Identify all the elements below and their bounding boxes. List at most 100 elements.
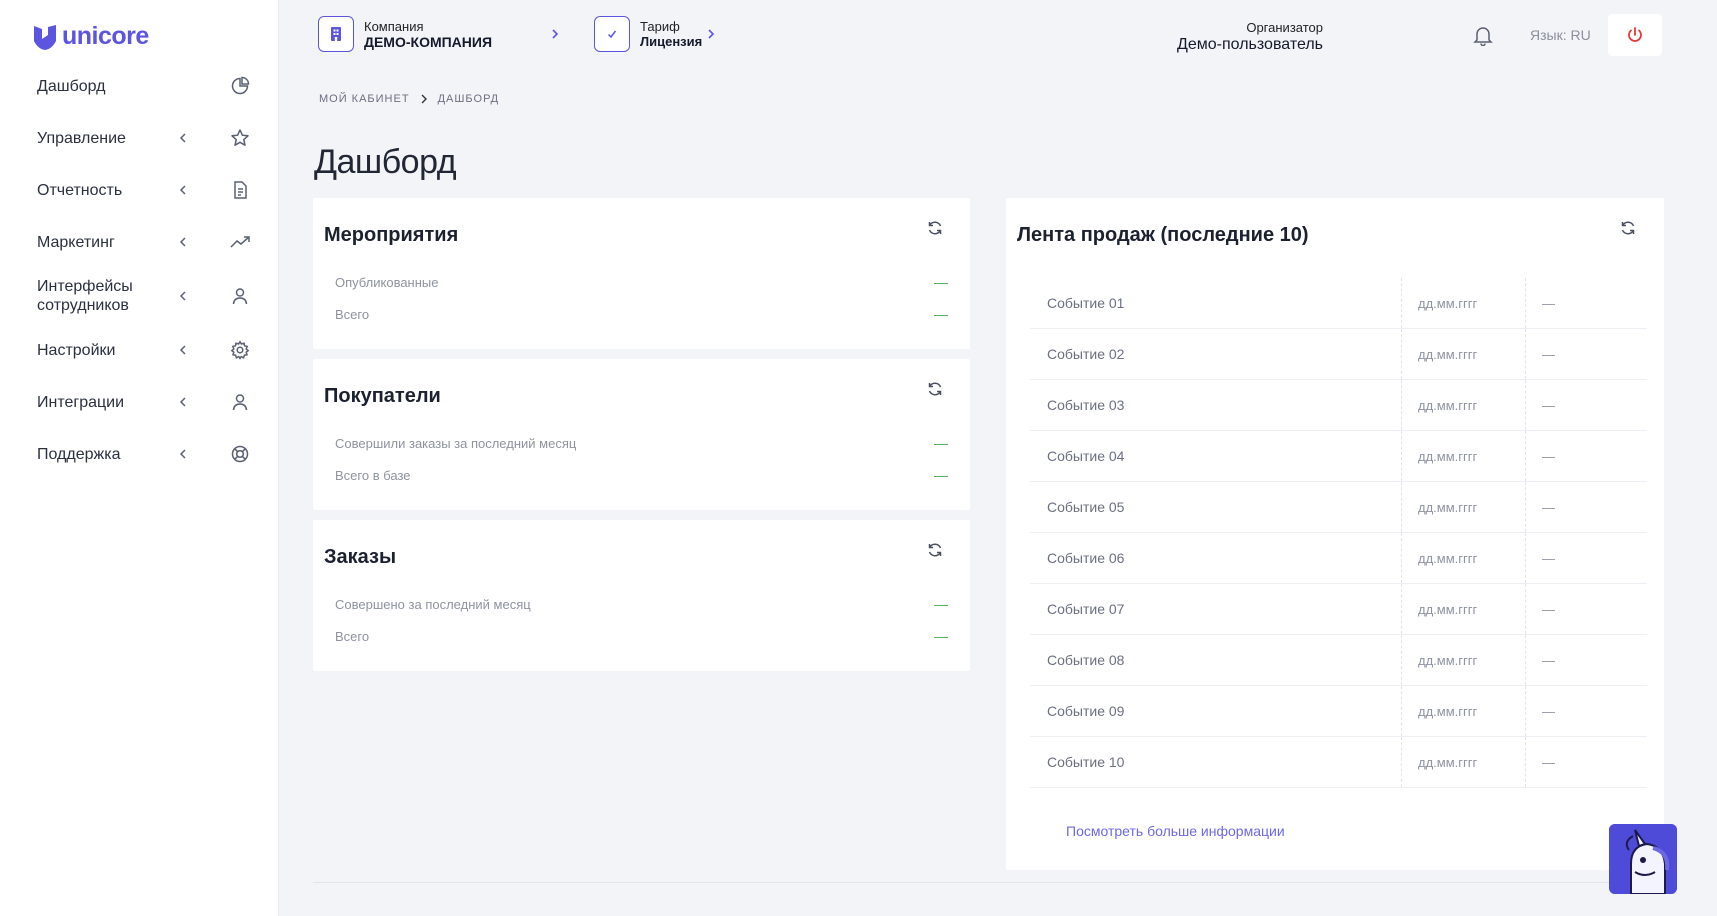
sidebar-item-management[interactable]: Управление [0, 112, 279, 164]
breadcrumb: МОЙ КАБИНЕТ ДАШБОРД [319, 93, 499, 105]
sidebar-item-label: Отчетность [37, 181, 123, 199]
event-date: дд.мм.гггг [1418, 653, 1478, 668]
table-row[interactable]: Событие 10 дд.мм.гггг — [1030, 737, 1647, 788]
stat-label: Всего в базе [335, 467, 411, 483]
orders-card: Заказы Совершено за последний месяц — Вс… [313, 520, 970, 671]
column-divider [1525, 737, 1526, 787]
sidebar-item-label: Маркетинг [37, 233, 115, 251]
column-divider [1525, 584, 1526, 634]
company-label: Компания [364, 18, 424, 34]
document-icon [234, 181, 247, 199]
event-name: Событие 04 [1047, 448, 1125, 464]
sidebar-item-integrations[interactable]: Интеграции [0, 376, 279, 428]
table-row[interactable]: Событие 03 дд.мм.гггг — [1030, 380, 1647, 431]
chevron-left-icon [179, 237, 186, 247]
sales-feed-card: Лента продаж (последние 10) Событие 01 дд… [1006, 198, 1664, 870]
column-divider [1401, 482, 1402, 532]
sidebar-item-dashboard[interactable]: Дашборд [0, 60, 279, 112]
event-date: дд.мм.гггг [1418, 704, 1478, 719]
stat-value: — [934, 596, 948, 612]
event-value: — [1542, 500, 1555, 515]
event-value: — [1542, 449, 1555, 464]
column-divider [1525, 278, 1526, 328]
event-name: Событие 07 [1047, 601, 1125, 617]
bell-icon[interactable] [1472, 24, 1494, 46]
event-value: — [1542, 755, 1555, 770]
event-date: дд.мм.гггг [1418, 296, 1478, 311]
stat-row: Совершено за последний месяц — [335, 594, 948, 614]
event-name: Событие 01 [1047, 295, 1125, 311]
event-date: дд.мм.гггг [1418, 398, 1478, 413]
chevron-left-icon [179, 185, 186, 195]
table-row[interactable]: Событие 05 дд.мм.гггг — [1030, 482, 1647, 533]
assistant-widget-button[interactable] [1609, 824, 1677, 894]
chevron-right-icon [421, 94, 427, 104]
sidebar-item-label: Настройки [37, 341, 116, 359]
column-divider [1401, 533, 1402, 583]
column-divider [1525, 380, 1526, 430]
company-selector[interactable]: Компания ДЕМО-КОМПАНИЯ [318, 16, 492, 52]
event-value: — [1542, 704, 1555, 719]
sidebar-item-marketing[interactable]: Маркетинг [0, 216, 279, 268]
card-title: Заказы [324, 546, 397, 568]
table-row[interactable]: Событие 06 дд.мм.гггг — [1030, 533, 1647, 584]
sidebar-item-label: Интерфейсы сотрудников [37, 278, 133, 314]
logout-button[interactable] [1608, 14, 1662, 56]
stat-row: Всего в базе — [335, 465, 948, 485]
user-icon [232, 288, 248, 305]
refresh-icon[interactable] [927, 542, 943, 558]
sidebar-item-settings[interactable]: Настройки [0, 324, 279, 376]
sidebar-nav: Дашборд Управление Отчетность Маркетинг … [0, 60, 279, 480]
sidebar-item-reports[interactable]: Отчетность [0, 164, 279, 216]
event-value: — [1542, 296, 1555, 311]
pie-chart-icon [231, 76, 250, 95]
stat-value: — [934, 306, 948, 322]
column-divider [1525, 482, 1526, 532]
stat-label: Всего [335, 628, 370, 644]
stat-label: Опубликованные [335, 274, 439, 290]
event-value: — [1542, 602, 1555, 617]
refresh-icon[interactable] [1620, 220, 1636, 236]
refresh-icon[interactable] [927, 381, 943, 397]
stat-row: Всего — [335, 626, 948, 646]
column-divider [1525, 635, 1526, 685]
card-title: Мероприятия [324, 224, 459, 246]
column-divider [1401, 635, 1402, 685]
table-row[interactable]: Событие 01 дд.мм.гггг — [1030, 278, 1647, 329]
sidebar-item-staff-interfaces[interactable]: Интерфейсы сотрудников [0, 268, 279, 324]
footer-divider [313, 882, 1663, 883]
event-date: дд.мм.гггг [1418, 347, 1478, 362]
event-name: Событие 09 [1047, 703, 1125, 719]
column-divider [1401, 584, 1402, 634]
column-divider [1401, 431, 1402, 481]
table-row[interactable]: Событие 04 дд.мм.гггг — [1030, 431, 1647, 482]
table-row[interactable]: Событие 07 дд.мм.гггг — [1030, 584, 1647, 635]
language-selector[interactable]: Язык: RU [1530, 27, 1591, 43]
table-row[interactable]: Событие 08 дд.мм.гггг — [1030, 635, 1647, 686]
logo[interactable]: unicore [32, 22, 149, 51]
stat-value: — [934, 274, 948, 290]
chevron-left-icon [179, 133, 186, 143]
sidebar-item-support[interactable]: Поддержка [0, 428, 279, 480]
event-name: Событие 06 [1047, 550, 1125, 566]
sidebar-item-label: Дашборд [37, 77, 106, 95]
table-row[interactable]: Событие 09 дд.мм.гггг — [1030, 686, 1647, 737]
refresh-icon[interactable] [927, 220, 943, 236]
column-divider [1525, 686, 1526, 736]
more-info-link[interactable]: Посмотреть больше информации [1066, 823, 1285, 839]
breadcrumb-current: ДАШБОРД [437, 93, 500, 105]
event-name: Событие 10 [1047, 754, 1125, 770]
tariff-selector[interactable]: Тариф Лицензия [594, 16, 702, 52]
event-value: — [1542, 347, 1555, 362]
breadcrumb-root[interactable]: МОЙ КАБИНЕТ [319, 93, 410, 105]
sidebar-item-label: Поддержка [37, 445, 121, 463]
chevron-right-icon [708, 29, 715, 39]
lifebuoy-icon [231, 445, 249, 463]
tariff-label: Тариф [640, 18, 680, 34]
user-info[interactable]: Организатор Демо-пользователь [1177, 20, 1323, 54]
events-card: Мероприятия Опубликованные — Всего — [313, 198, 970, 349]
chevron-left-icon [179, 291, 186, 301]
event-date: дд.мм.гггг [1418, 602, 1478, 617]
table-row[interactable]: Событие 02 дд.мм.гггг — [1030, 329, 1647, 380]
column-divider [1525, 329, 1526, 379]
